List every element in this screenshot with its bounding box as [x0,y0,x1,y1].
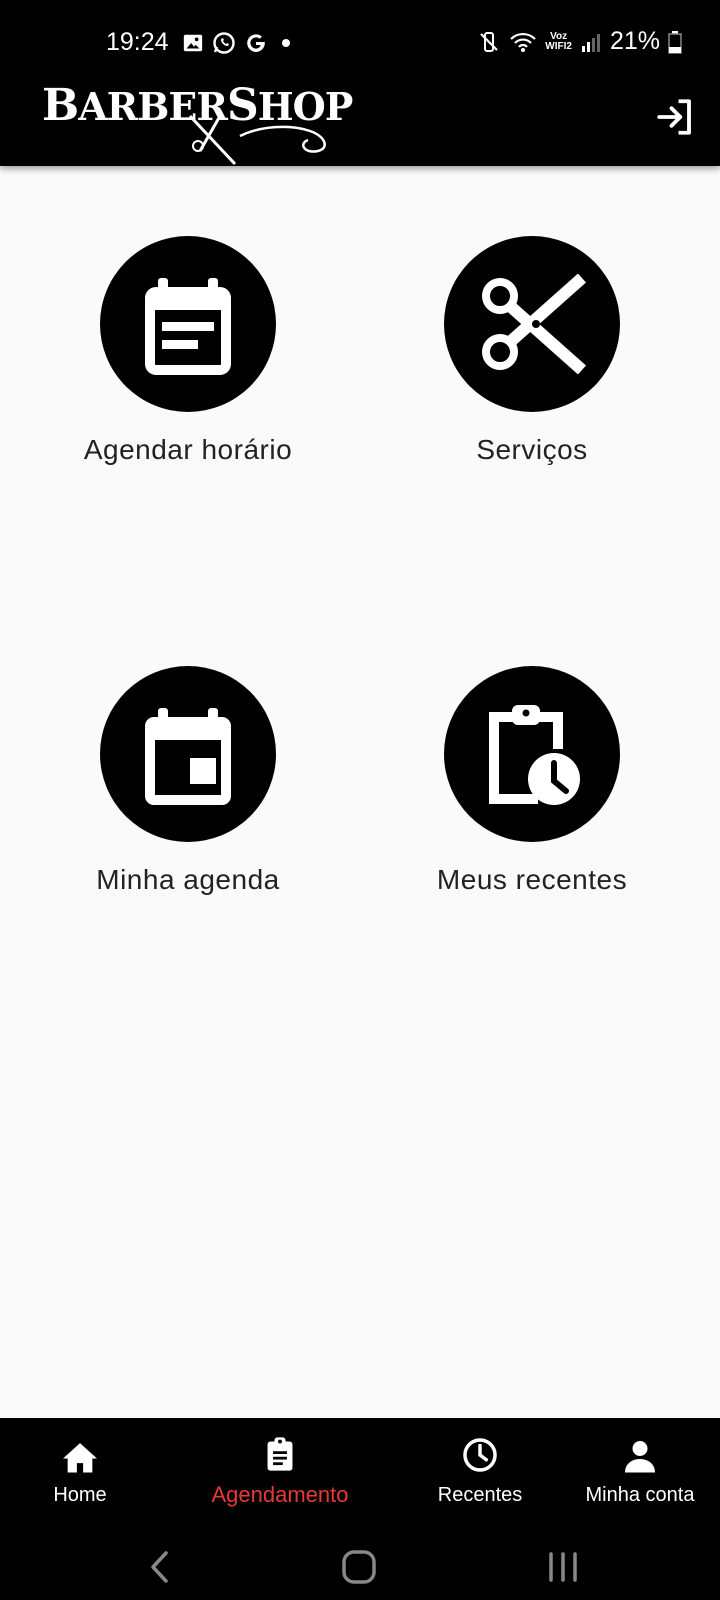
voz-wifi-label: Voz WIFI2 [545,30,572,52]
status-time: 19:24 [106,28,169,56]
nav-label: Agendamento [211,1482,349,1507]
menu-icon-circle[interactable] [444,666,620,842]
calendar-note-icon [145,278,231,375]
nav-item-agendamento[interactable]: Agendamento [180,1434,380,1508]
mute-icon [480,31,499,52]
person-icon [625,1441,655,1473]
menu-item-label: Serviços [476,434,588,465]
system-navigation-bar [0,1530,720,1600]
menu-item-label: Agendar horário [83,434,293,465]
menu-icon-circle[interactable] [100,236,276,412]
dot-icon [282,39,290,47]
recent-apps-icon[interactable] [546,1550,580,1584]
whatsapp-icon [213,32,235,54]
image-icon [183,34,203,52]
system-status: Voz WIFI2 21% [477,27,682,56]
status-bar: 19:24 Voz WIFI2 21% [0,0,720,88]
battery-percent: 21% [609,27,660,55]
back-icon[interactable] [146,1550,174,1584]
menu-item-label: Minha agenda [96,864,280,895]
notification-icons [182,31,296,55]
nav-item-recentes[interactable]: Recentes [400,1436,560,1507]
menu-icon-circle[interactable] [100,666,276,842]
home-button-icon[interactable] [340,1548,378,1586]
bottom-navigation: Home Agendamento Recentes Minha conta [0,1418,720,1530]
menu-item-meus-recentes[interactable]: Meus recentes [362,666,702,896]
scissors-icon [482,274,586,374]
google-icon [247,34,265,52]
wifi-icon [510,32,537,52]
home-icon [63,1443,97,1473]
menu-item-label: Meus recentes [436,864,628,895]
menu-item-agendar-horario[interactable]: Agendar horário [18,236,358,466]
calendar-event-icon [145,708,231,805]
battery-icon [668,30,682,54]
nav-label: Minha conta [585,1484,695,1506]
menu-icon-circle[interactable] [444,236,620,412]
clock-icon [463,1438,497,1472]
menu-item-minha-agenda[interactable]: Minha agenda [18,666,358,896]
app-bar: BARBERSHOP [0,80,720,166]
signal-icon [581,33,600,52]
scissors-swirl-icon [188,114,326,166]
nav-item-minha-conta[interactable]: Minha conta [566,1436,714,1507]
clipboard-clock-icon [489,705,580,805]
nav-label: Recentes [437,1484,523,1506]
menu-item-servicos[interactable]: Serviços [362,236,702,466]
nav-item-home[interactable]: Home [0,1436,160,1507]
login-icon[interactable] [654,96,696,138]
assignment-icon [267,1437,293,1471]
nav-label: Home [53,1484,107,1506]
